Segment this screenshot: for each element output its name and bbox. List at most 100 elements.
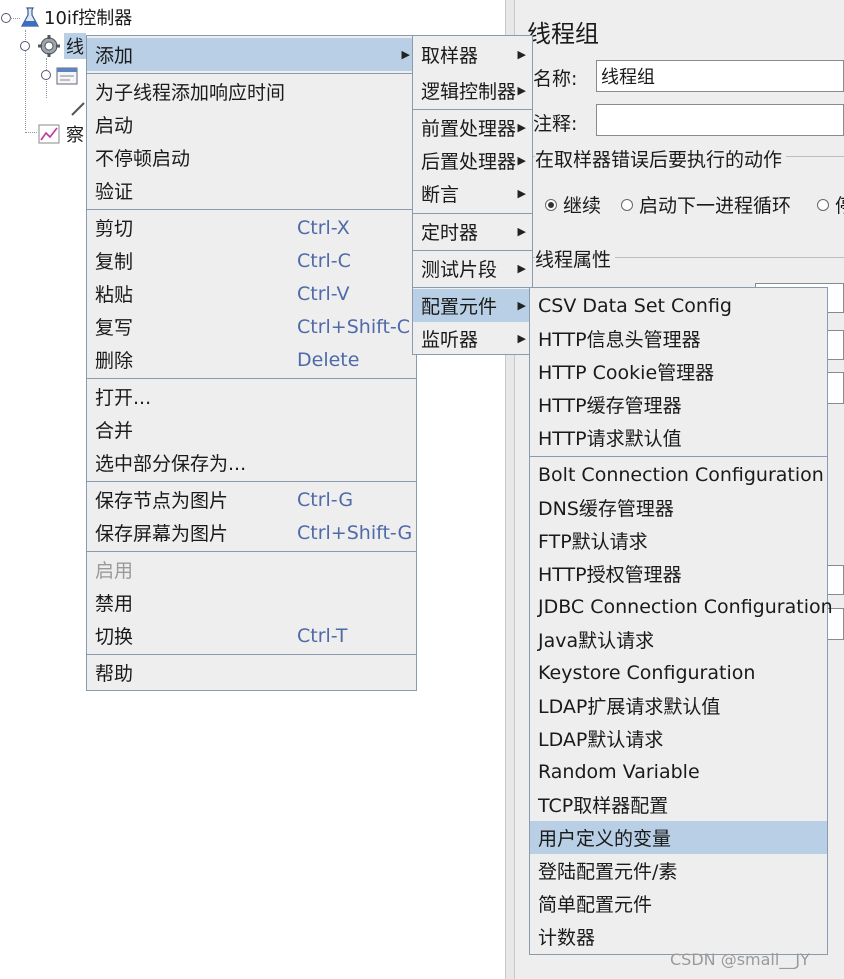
menu-item-label: 为子线程添加响应时间 <box>95 82 286 104</box>
config-item[interactable]: LDAP扩展请求默认值 <box>530 689 827 722</box>
menu-item-paste[interactable]: 粘贴 Ctrl-V <box>87 277 416 310</box>
config-item[interactable]: 登陆配置元件/素 <box>530 854 827 887</box>
thread-props-legend: 线程属性 <box>535 245 616 272</box>
menu-item-validate[interactable]: 验证 <box>87 174 416 207</box>
menu-item-label: 打开... <box>95 387 152 409</box>
menu-separator <box>87 378 416 379</box>
menu-item-label: 后置处理器 <box>421 151 517 173</box>
config-item[interactable]: HTTP缓存管理器 <box>530 388 827 421</box>
radio-more[interactable]: 停 <box>817 191 844 218</box>
menu-item-cut[interactable]: 剪切 Ctrl-X <box>87 211 416 244</box>
submenu-arrow-icon: ▶ <box>517 225 526 238</box>
submenu-item-listener[interactable]: 监听器 ▶ <box>413 322 532 355</box>
menu-item-add-label: 添加 <box>95 45 134 67</box>
controller-expand-handle[interactable] <box>41 70 51 80</box>
menu-item-save-selection[interactable]: 选中部分保存为... <box>87 446 416 479</box>
config-item[interactable]: CSV Data Set Config <box>530 289 827 322</box>
menu-item-shortcut: Ctrl-C <box>297 249 351 272</box>
graph-icon <box>38 124 60 144</box>
submenu-arrow-icon: ▶ <box>517 48 526 61</box>
menu-separator <box>530 456 827 457</box>
menu-item-shortcut: Ctrl+Shift-C <box>297 315 411 338</box>
submenu-item-post-processor[interactable]: 后置处理器 ▶ <box>413 144 532 177</box>
tree-node-root[interactable]: 10if控制器 <box>20 4 132 30</box>
submenu-item-sampler[interactable]: 取样器 ▶ <box>413 38 532 71</box>
submenu-item-assertion[interactable]: 断言 ▶ <box>413 177 532 210</box>
submenu-item-timer[interactable]: 定时器 ▶ <box>413 215 532 248</box>
radio-unselected-icon <box>621 198 633 211</box>
menu-item-label: LDAP扩展请求默认值 <box>538 696 721 718</box>
menu-item-open[interactable]: 打开... <box>87 380 416 413</box>
submenu-item-logic-controller[interactable]: 逻辑控制器 ▶ <box>413 74 532 107</box>
name-field[interactable]: 线程组 <box>596 60 844 92</box>
thread-group-expand-handle[interactable] <box>20 41 30 51</box>
menu-item-duplicate[interactable]: 复写 Ctrl+Shift-C <box>87 310 416 343</box>
menu-item-label: 简单配置元件 <box>538 894 653 916</box>
menu-item-label: FTP默认请求 <box>538 531 648 553</box>
submenu-arrow-icon: ▶ <box>517 299 526 312</box>
config-item[interactable]: FTP默认请求 <box>530 524 827 557</box>
config-item[interactable]: HTTP请求默认值 <box>530 421 827 454</box>
menu-item-label: 删除 <box>95 350 134 372</box>
radio-next-loop[interactable]: 启动下一进程循环 <box>621 191 791 218</box>
menu-item-toggle[interactable]: 切换 Ctrl-T <box>87 619 416 652</box>
config-item[interactable]: Java默认请求 <box>530 623 827 656</box>
config-item[interactable]: DNS缓存管理器 <box>530 491 827 524</box>
config-item[interactable]: HTTP授权管理器 <box>530 557 827 590</box>
menu-separator <box>87 209 416 210</box>
submenu-item-pre-processor[interactable]: 前置处理器 ▶ <box>413 111 532 144</box>
config-item[interactable]: HTTP信息头管理器 <box>530 322 827 355</box>
tree-node-sampler[interactable] <box>70 96 86 122</box>
submenu-arrow-icon: ▶ <box>517 187 526 200</box>
menu-item-disable[interactable]: 禁用 <box>87 586 416 619</box>
radio-more-label: 停 <box>835 191 844 218</box>
menu-item-shortcut: Ctrl-X <box>297 216 350 239</box>
menu-item-start-no-pause[interactable]: 不停顿启动 <box>87 141 416 174</box>
menu-item-label: TCP取样器配置 <box>538 795 669 817</box>
config-item[interactable]: HTTP Cookie管理器 <box>530 355 827 388</box>
menu-item-label: DNS缓存管理器 <box>538 498 674 520</box>
menu-item-copy[interactable]: 复制 Ctrl-C <box>87 244 416 277</box>
menu-item-merge[interactable]: 合并 <box>87 413 416 446</box>
submenu-arrow-icon: ▶ <box>517 154 526 167</box>
menu-item-start[interactable]: 启动 <box>87 108 416 141</box>
config-item[interactable]: TCP取样器配置 <box>530 788 827 821</box>
menu-item-label: 保存节点为图片 <box>95 490 229 512</box>
menu-item-save-screen-image[interactable]: 保存屏幕为图片 Ctrl+Shift-G <box>87 516 416 549</box>
menu-separator <box>87 654 416 655</box>
config-item[interactable]: JDBC Connection Configuration <box>530 590 833 623</box>
tree-node-listener[interactable]: 察 <box>38 121 84 147</box>
menu-item-label: Keystore Configuration <box>538 661 756 684</box>
menu-item-label: 合并 <box>95 420 134 442</box>
tree-node-controller[interactable] <box>56 63 78 89</box>
menu-item-label: 帮助 <box>95 663 134 685</box>
menu-item-delete[interactable]: 删除 Delete <box>87 343 416 376</box>
config-item[interactable]: 简单配置元件 <box>530 887 827 920</box>
config-item-user-defined-variables[interactable]: 用户定义的变量 <box>530 821 827 854</box>
config-item[interactable]: LDAP默认请求 <box>530 722 827 755</box>
config-item[interactable]: Keystore Configuration <box>530 656 827 689</box>
menu-item-help[interactable]: 帮助 <box>87 656 416 689</box>
add-submenu: 取样器 ▶ 逻辑控制器 ▶ 前置处理器 ▶ 后置处理器 ▶ 断言 ▶ 定时器 ▶ 测试片段 ▶… <box>412 35 533 355</box>
config-item[interactable]: Bolt Connection Configuration <box>530 458 827 491</box>
menu-item-shortcut: Ctrl+Shift-G <box>297 521 413 544</box>
tree-node-thread-group[interactable]: 线 <box>38 33 86 59</box>
submenu-arrow-icon: ▶ <box>517 262 526 275</box>
comment-field[interactable] <box>596 104 844 136</box>
menu-item-label: 取样器 <box>421 45 479 67</box>
menu-separator <box>413 109 532 110</box>
menu-item-save-node-image[interactable]: 保存节点为图片 Ctrl-G <box>87 483 416 516</box>
watermark: CSDN @small__JY <box>670 950 810 969</box>
menu-item-add-response-time[interactable]: 为子线程添加响应时间 <box>87 75 416 108</box>
menu-item-label: HTTP缓存管理器 <box>538 395 682 417</box>
listener-label: 察 <box>66 125 84 146</box>
menu-item-label: 登陆配置元件/素 <box>538 861 678 883</box>
menu-item-add[interactable]: 添加 ▶ <box>87 38 416 71</box>
config-item[interactable]: 计数器 <box>530 920 827 953</box>
menu-separator <box>87 73 416 74</box>
config-item[interactable]: Random Variable <box>530 755 827 788</box>
submenu-item-test-fragment[interactable]: 测试片段 ▶ <box>413 252 532 285</box>
submenu-item-config-element[interactable]: 配置元件 ▶ <box>413 289 532 322</box>
radio-continue[interactable]: 继续 <box>545 191 601 218</box>
menu-item-label: 剪切 <box>95 218 134 240</box>
